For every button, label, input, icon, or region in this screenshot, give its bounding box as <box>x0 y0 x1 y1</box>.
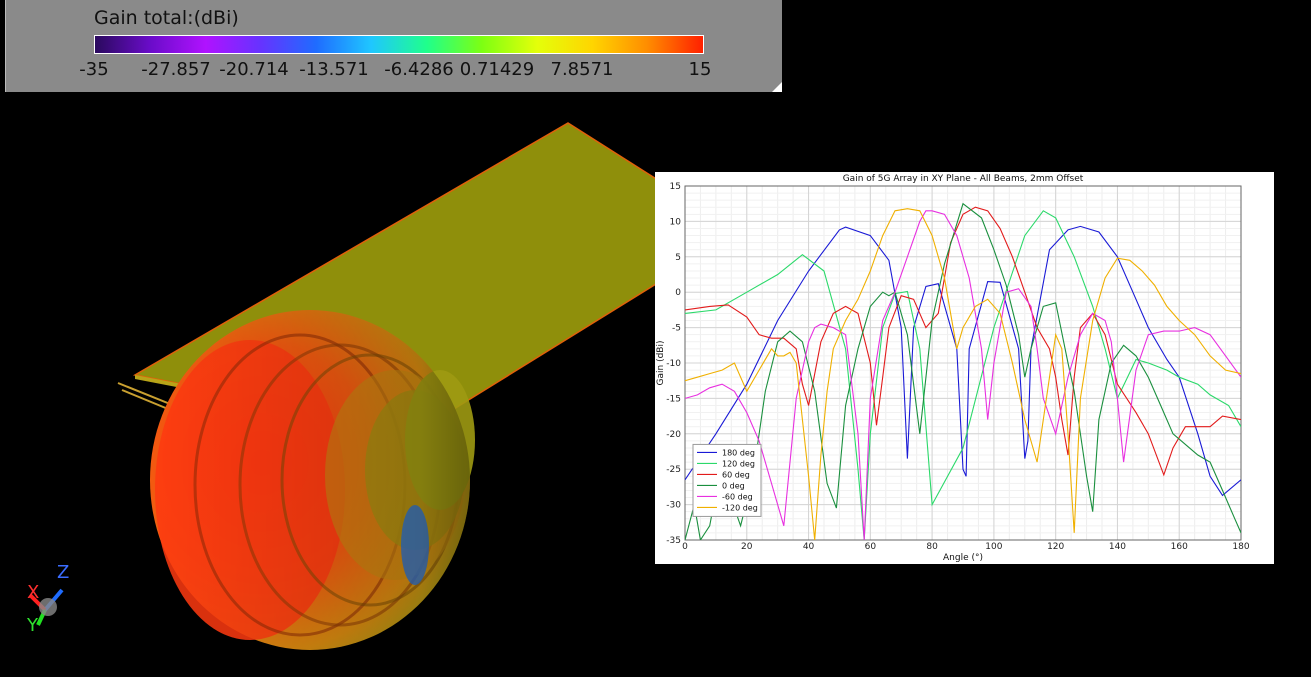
legend-title: Gain total:(dBi) <box>94 7 239 29</box>
y-tick-label: -20 <box>666 430 681 440</box>
x-tick-label: 140 <box>1109 542 1126 552</box>
triad-label-y: Y <box>27 615 38 636</box>
y-tick-label: -25 <box>666 465 681 475</box>
x-tick-label: 160 <box>1171 542 1188 552</box>
colorbar-tick-label: -20.714 <box>219 59 289 80</box>
x-tick-label: 0 <box>682 542 688 552</box>
colorbar-tick-label: -35 <box>79 59 109 80</box>
x-tick-label: 120 <box>1047 542 1064 552</box>
colorbar-tick-label: -27.857 <box>141 59 211 80</box>
gain-chart: 0 20 40 60 80 100 120 140 160 180 15 10 5 0 -5 -10 -15 -2… <box>655 172 1274 564</box>
gain-legend[interactable]: Gain total:(dBi) -35 -27.857 -20.714 -13.57… <box>5 0 782 92</box>
x-tick-label: 100 <box>985 542 1002 552</box>
x-tick-label: 60 <box>865 542 877 552</box>
x-tick-label: 80 <box>926 542 938 552</box>
y-tick-label: -30 <box>666 501 681 511</box>
y-tick-label: -35 <box>666 536 681 546</box>
colorbar-tick-label: 0.71429 <box>459 59 535 80</box>
triad-label-x: X <box>27 582 40 603</box>
y-tick-label: -15 <box>666 394 681 404</box>
legend-entry: 60 deg <box>722 470 750 479</box>
colorbar-tick-label: -13.571 <box>299 59 369 80</box>
x-tick-label: 180 <box>1232 542 1249 552</box>
y-tick-label: -10 <box>666 359 681 369</box>
y-axis-label: Gain (dBi) <box>656 341 666 386</box>
colorbar-tick-label: 15 <box>688 59 712 80</box>
y-tick-label: 15 <box>670 182 681 192</box>
legend-entry: -60 deg <box>722 492 753 501</box>
colorbar <box>94 35 704 54</box>
chart-title: Gain of 5G Array in XY Plane - All Beams… <box>843 174 1084 184</box>
triad-label-z: Z <box>57 562 70 583</box>
legend-entry: -120 deg <box>722 503 758 512</box>
x-tick-label: 20 <box>741 542 753 552</box>
chart-svg: 0 20 40 60 80 100 120 140 160 180 15 10 5 0 -5 -10 -15 -2… <box>656 174 1250 563</box>
colorbar-tick-label: -6.4286 <box>384 59 454 80</box>
y-tick-label: 0 <box>675 288 681 298</box>
resize-grip-icon[interactable] <box>772 82 782 92</box>
y-tick-label: -5 <box>672 324 681 334</box>
x-axis-label: Angle (°) <box>943 553 983 563</box>
x-tick-label: 40 <box>803 542 815 552</box>
colorbar-tick-label: 7.8571 <box>550 59 614 80</box>
y-tick-label: 10 <box>670 217 682 227</box>
legend-entry: 180 deg <box>722 448 755 457</box>
3d-viewport[interactable]: Z X Y Gain total:(dBi) -35 -27.857 -20.714… <box>0 0 1311 677</box>
y-tick-label: 5 <box>675 253 681 263</box>
legend-entry: 0 deg <box>722 481 745 490</box>
legend-entry: 120 deg <box>722 459 755 468</box>
